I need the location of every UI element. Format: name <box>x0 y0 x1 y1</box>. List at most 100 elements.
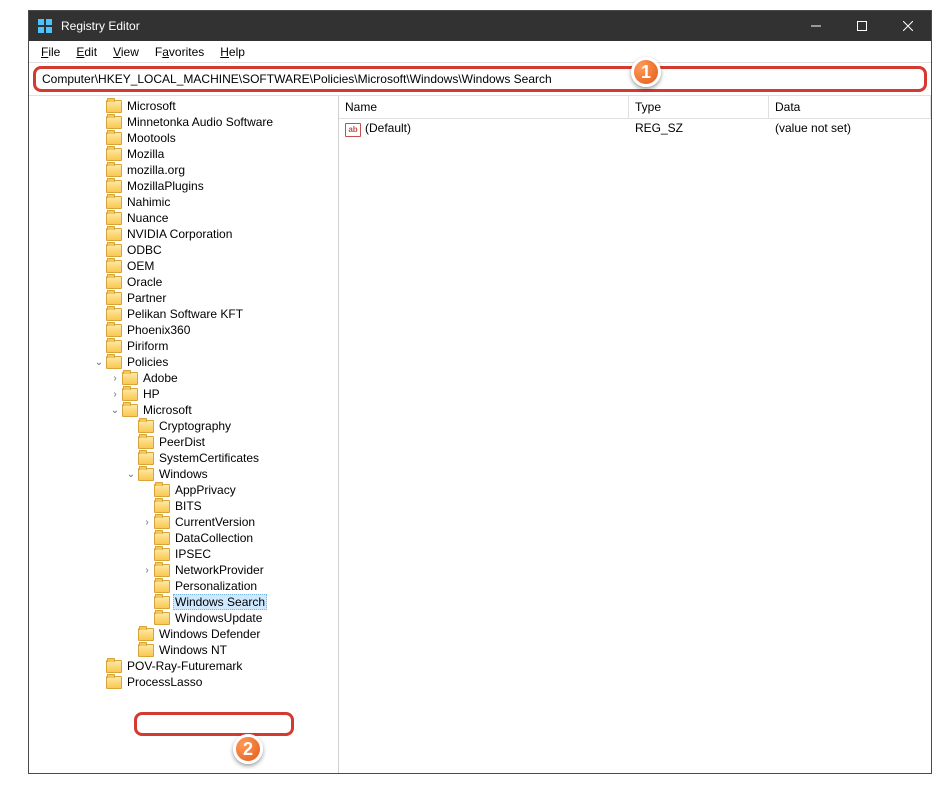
tree-node[interactable]: ›NVIDIA Corporation <box>29 226 338 242</box>
tree-node[interactable]: ›Personalization <box>29 578 338 594</box>
folder-icon <box>154 548 170 561</box>
folder-icon <box>106 228 122 241</box>
menu-favorites[interactable]: Favorites <box>147 43 212 61</box>
chevron-down-icon[interactable]: ⌄ <box>109 405 121 416</box>
chevron-right-icon[interactable]: › <box>141 565 153 576</box>
tree-node-label: Pelikan Software KFT <box>125 307 245 321</box>
value-name: (Default) <box>365 121 411 135</box>
tree-node-label: AppPrivacy <box>173 483 238 497</box>
menu-view[interactable]: View <box>105 43 147 61</box>
maximize-button[interactable] <box>839 11 885 41</box>
tree-node[interactable]: ›ProcessLasso <box>29 674 338 690</box>
tree-node[interactable]: ›MozillaPlugins <box>29 178 338 194</box>
callout-2: 2 <box>233 734 263 764</box>
tree-node[interactable]: ›Windows Defender <box>29 626 338 642</box>
tree-node[interactable]: ›Mootools <box>29 130 338 146</box>
tree-node-label: Windows NT <box>157 643 229 657</box>
chevron-right-icon[interactable]: › <box>109 373 121 384</box>
tree-node[interactable]: ›CurrentVersion <box>29 514 338 530</box>
tree-node[interactable]: ›Windows NT <box>29 642 338 658</box>
menu-help[interactable]: Help <box>212 43 253 61</box>
folder-icon <box>138 468 154 481</box>
tree-node-label: PeerDist <box>157 435 207 449</box>
tree-node-label: Windows Search <box>173 594 267 610</box>
col-header-data[interactable]: Data <box>769 96 931 118</box>
tree-node[interactable]: ›Nuance <box>29 210 338 226</box>
tree-node[interactable]: ›mozilla.org <box>29 162 338 178</box>
col-header-name[interactable]: Name <box>339 96 629 118</box>
folder-icon <box>138 436 154 449</box>
address-bar[interactable] <box>33 66 927 92</box>
tree-node[interactable]: ›Pelikan Software KFT <box>29 306 338 322</box>
tree-node[interactable]: ›BITS <box>29 498 338 514</box>
menu-file[interactable]: File <box>33 43 68 61</box>
tree-node[interactable]: ›Minnetonka Audio Software <box>29 114 338 130</box>
values-pane[interactable]: Name Type Data ab(Default)REG_SZ(value n… <box>339 96 931 773</box>
tree-node-label: Minnetonka Audio Software <box>125 115 275 129</box>
tree-node-label: BITS <box>173 499 204 513</box>
folder-icon <box>154 516 170 529</box>
tree-node-label: Policies <box>125 355 170 369</box>
tree-node[interactable]: ⌄ Windows <box>29 466 338 482</box>
tree-node[interactable]: ›ODBC <box>29 242 338 258</box>
tree-node[interactable]: ›Windows Search <box>29 594 338 610</box>
tree-node-label: HP <box>141 387 162 401</box>
tree-node[interactable]: › NetworkProvider <box>29 562 338 578</box>
tree-node[interactable]: ›Nahimic <box>29 194 338 210</box>
folder-icon <box>106 292 122 305</box>
folder-icon <box>106 148 122 161</box>
folder-icon <box>106 132 122 145</box>
chevron-down-icon[interactable]: ⌄ <box>93 357 105 368</box>
tree-node[interactable]: ›Piriform <box>29 338 338 354</box>
close-button[interactable] <box>885 11 931 41</box>
callout-1: 1 <box>631 57 661 87</box>
folder-icon <box>138 644 154 657</box>
tree-node[interactable]: ›WindowsUpdate <box>29 610 338 626</box>
chevron-right-icon[interactable]: › <box>109 389 121 400</box>
folder-icon <box>106 308 122 321</box>
tree-node[interactable]: ›Phoenix360 <box>29 322 338 338</box>
tree-node-label: OEM <box>125 259 156 273</box>
minimize-button[interactable] <box>793 11 839 41</box>
tree-node-label: Nahimic <box>125 195 172 209</box>
highlight-windows-search <box>134 712 294 736</box>
tree-node[interactable]: ⌄ Policies <box>29 354 338 370</box>
folder-icon <box>138 628 154 641</box>
tree-node[interactable]: ›PeerDist <box>29 434 338 450</box>
tree-node[interactable]: ›Adobe <box>29 370 338 386</box>
folder-icon <box>106 260 122 273</box>
value-type: REG_SZ <box>629 120 769 138</box>
menu-edit[interactable]: Edit <box>68 43 105 61</box>
app-icon <box>37 18 53 34</box>
tree-node[interactable]: ›OEM <box>29 258 338 274</box>
tree-node-label: NetworkProvider <box>173 563 266 577</box>
folder-icon <box>122 404 138 417</box>
chevron-down-icon[interactable]: ⌄ <box>125 469 137 480</box>
tree-node[interactable]: ›Mozilla <box>29 146 338 162</box>
tree-node[interactable]: ›AppPrivacy <box>29 482 338 498</box>
tree-node[interactable]: ›SystemCertificates <box>29 450 338 466</box>
tree-node[interactable]: › HP <box>29 386 338 402</box>
tree-node[interactable]: ›Partner <box>29 290 338 306</box>
tree-node-label: Oracle <box>125 275 164 289</box>
folder-icon <box>106 100 122 113</box>
col-header-type[interactable]: Type <box>629 96 769 118</box>
folder-icon <box>106 676 122 689</box>
value-row[interactable]: ab(Default)REG_SZ(value not set) <box>339 119 931 139</box>
chevron-right-icon[interactable]: › <box>141 517 153 528</box>
tree-node-label: Windows <box>157 467 210 481</box>
tree-node-label: Microsoft <box>125 99 178 113</box>
tree-node[interactable]: ⌄Microsoft <box>29 402 338 418</box>
folder-icon <box>122 388 138 401</box>
tree-node-label: DataCollection <box>173 531 255 545</box>
tree-node[interactable]: ›Microsoft <box>29 98 338 114</box>
tree-node[interactable]: ›Cryptography <box>29 418 338 434</box>
tree-pane[interactable]: ›Microsoft›Minnetonka Audio Software›Moo… <box>29 96 339 773</box>
tree-node[interactable]: ›Oracle <box>29 274 338 290</box>
tree-node-label: Piriform <box>125 339 170 353</box>
tree-node-label: mozilla.org <box>125 163 187 177</box>
tree-node[interactable]: ›IPSEC <box>29 546 338 562</box>
tree-node[interactable]: ›DataCollection <box>29 530 338 546</box>
titlebar[interactable]: Registry Editor <box>29 11 931 41</box>
tree-node[interactable]: ›POV-Ray-Futuremark <box>29 658 338 674</box>
